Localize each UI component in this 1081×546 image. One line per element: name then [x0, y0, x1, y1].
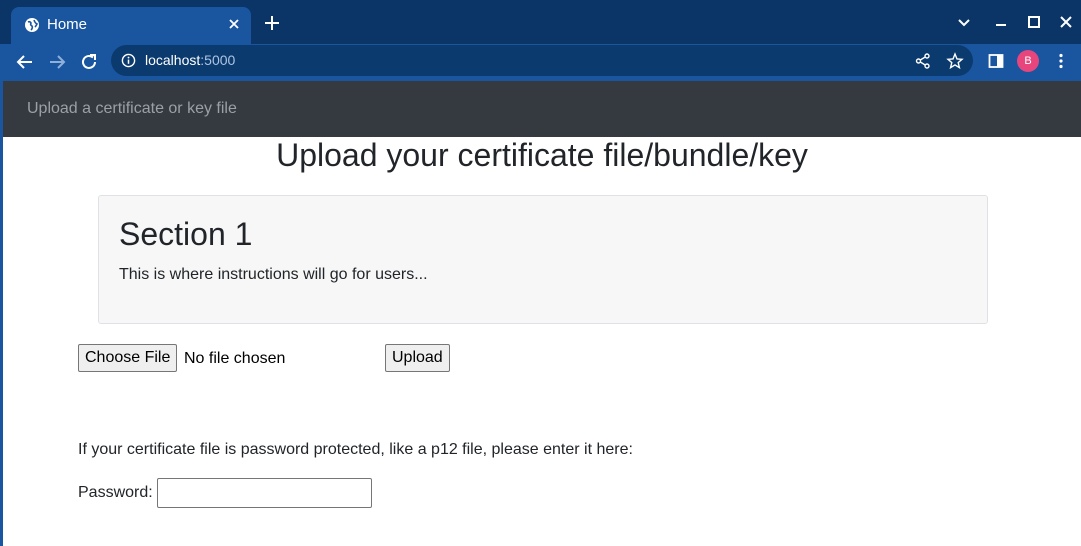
minimize-icon[interactable]	[991, 12, 1011, 32]
file-status-text: No file chosen	[184, 350, 286, 367]
upload-button[interactable]: Upload	[385, 344, 450, 372]
plus-icon[interactable]	[263, 14, 281, 32]
maximize-icon[interactable]	[1024, 12, 1044, 32]
profile-avatar[interactable]: B	[1017, 50, 1039, 72]
tab-title: Home	[47, 16, 88, 33]
globe-icon	[25, 18, 39, 32]
password-field[interactable]	[157, 478, 372, 508]
star-icon[interactable]	[946, 52, 964, 70]
back-arrow-icon[interactable]	[15, 52, 35, 72]
side-panel-icon[interactable]	[987, 52, 1005, 70]
password-instructions: If your certificate file is password pro…	[78, 441, 633, 458]
chevron-down-icon[interactable]	[954, 12, 974, 32]
url-port: :5000	[200, 52, 236, 68]
navbar-brand[interactable]: Upload a certificate or key file	[27, 100, 237, 118]
section-heading: Section 1	[119, 216, 253, 252]
password-label: Password:	[78, 484, 153, 501]
tab-home[interactable]: Home	[11, 7, 251, 44]
choose-file-button[interactable]: Choose File	[78, 344, 178, 372]
tab-strip: Home	[0, 0, 1081, 44]
url-text: localhost:5000	[145, 52, 235, 68]
close-icon[interactable]	[226, 16, 242, 32]
info-icon[interactable]	[121, 53, 136, 68]
window-close-icon[interactable]	[1056, 12, 1076, 32]
forward-arrow-icon[interactable]	[47, 52, 67, 72]
section-text: This is where instructions will go for u…	[119, 266, 428, 283]
url-host: localhost	[145, 52, 201, 68]
address-bar[interactable]: localhost:5000	[111, 45, 973, 76]
kebab-menu-icon[interactable]	[1052, 52, 1070, 70]
reload-icon[interactable]	[79, 52, 99, 72]
site-navbar: Upload a certificate or key file	[3, 81, 1081, 137]
page-title: Upload your certificate file/bundle/key	[276, 137, 808, 173]
browser-chrome: Home localhost:5000 B	[0, 0, 1081, 81]
share-icon[interactable]	[914, 52, 932, 70]
instructions-panel: Section 1 This is where instructions wil…	[98, 195, 988, 324]
